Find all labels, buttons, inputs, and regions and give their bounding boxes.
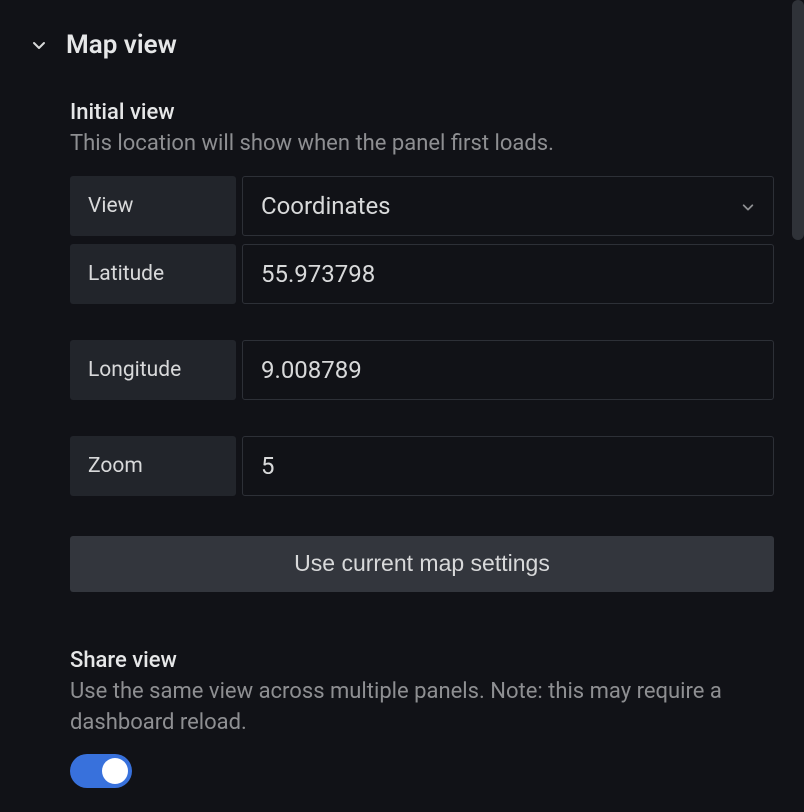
latitude-input[interactable] (242, 244, 774, 304)
zoom-input[interactable] (242, 436, 774, 496)
longitude-label: Longitude (70, 340, 236, 400)
view-label: View (70, 176, 236, 236)
view-select[interactable]: Coordinates (242, 176, 774, 236)
section-title: Map view (66, 30, 177, 60)
longitude-input[interactable] (242, 340, 774, 400)
use-current-map-settings-button[interactable]: Use current map settings (70, 536, 774, 592)
initial-view-title: Initial view (70, 100, 774, 125)
chevron-down-icon (30, 36, 48, 54)
share-view-title: Share view (70, 648, 774, 673)
share-view-toggle[interactable] (70, 754, 132, 788)
latitude-label: Latitude (70, 244, 236, 304)
share-view-description: Use the same view across multiple panels… (70, 677, 774, 739)
view-select-value: Coordinates (261, 192, 391, 220)
toggle-knob (102, 758, 128, 784)
initial-view-description: This location will show when the panel f… (70, 129, 774, 160)
chevron-down-icon (741, 192, 755, 220)
scrollbar[interactable] (792, 0, 804, 240)
zoom-label: Zoom (70, 436, 236, 496)
section-header[interactable]: Map view (0, 0, 804, 80)
map-view-panel: Map view Initial view This location will… (0, 0, 804, 788)
